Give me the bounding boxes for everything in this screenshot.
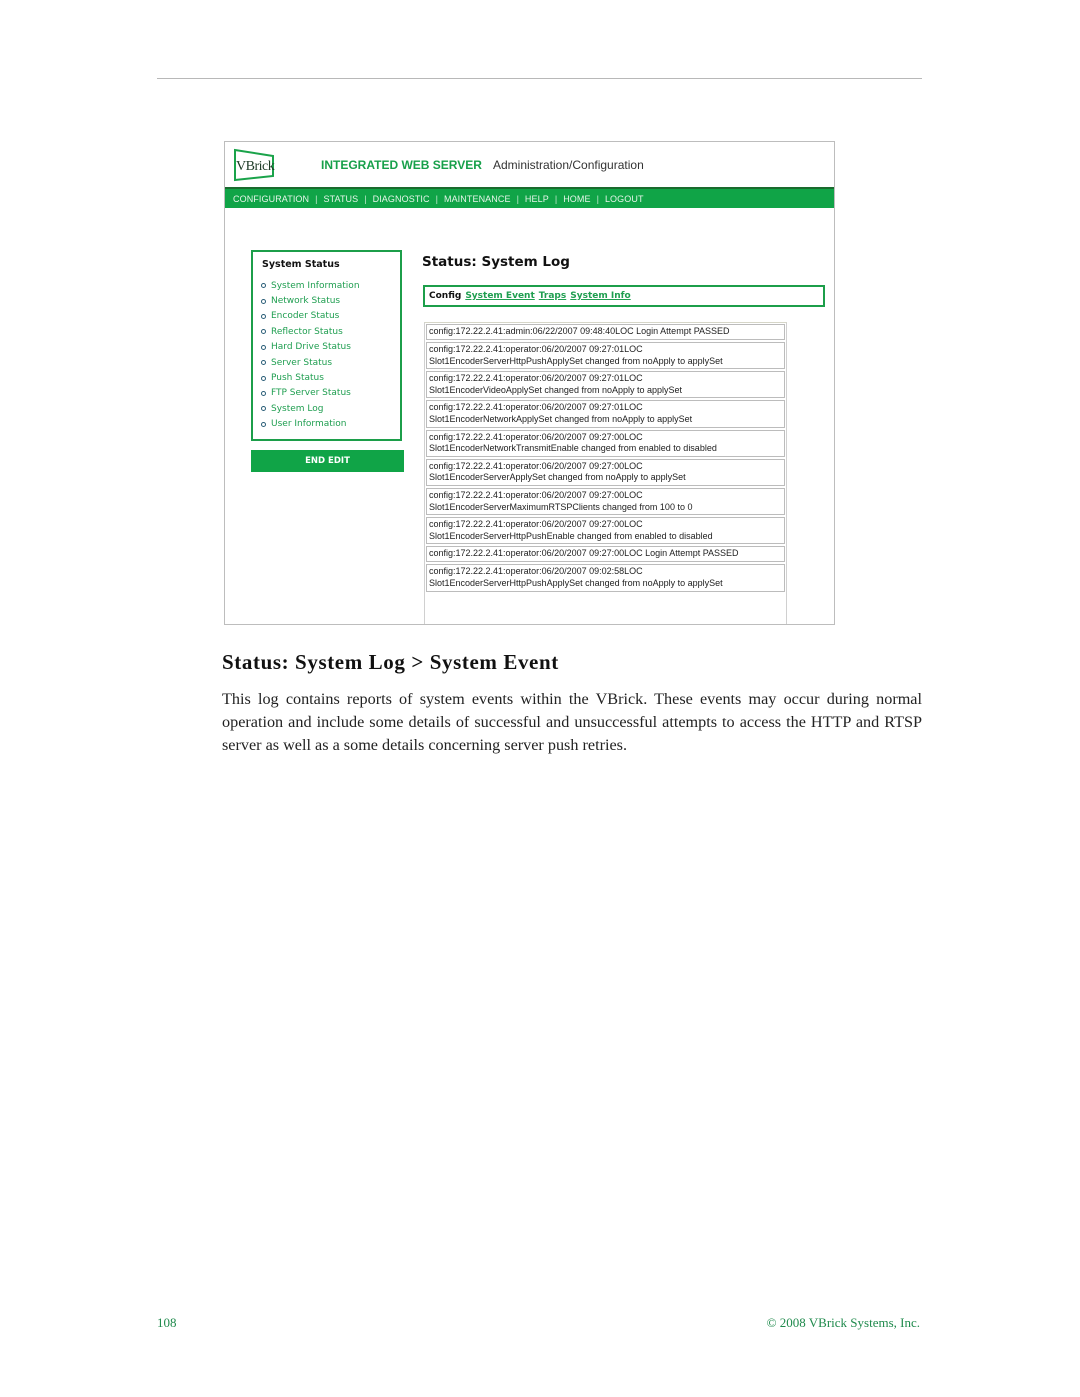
top-nav: CONFIGURATION | STATUS | DIAGNOSTIC | MA… [225, 189, 834, 208]
page-title: Status: System Log [422, 254, 570, 270]
log-entry: config:172.22.2.41:operator:06/20/2007 0… [426, 546, 785, 563]
log-entry-line: Slot1EncoderServerHttpPushEnable changed… [429, 530, 713, 541]
sidebar-item-label: Reflector Status [271, 326, 343, 337]
copyright: © 2008 VBrick Systems, Inc. [766, 1315, 920, 1330]
subnav-system-info-link[interactable]: System Info [570, 291, 630, 301]
log-entry-line: config:172.22.2.41:operator:06/20/2007 0… [429, 402, 643, 413]
log-entry-line: Slot1EncoderNetworkTransmitEnable change… [429, 443, 717, 454]
bullet-icon [261, 344, 266, 350]
section-heading: Status: System Log > System Event [222, 650, 559, 674]
bullet-icon [261, 329, 266, 335]
log-entry-line: Slot1EncoderServerHttpPushApplySet chang… [429, 355, 723, 366]
sidebar-item-push-status[interactable]: Push Status [261, 370, 360, 385]
log-entry: config:172.22.2.41:operator:06/20/2007 0… [426, 564, 785, 592]
nav-configuration[interactable]: CONFIGURATION [233, 194, 309, 204]
sidebar-item-hard-drive-status[interactable]: Hard Drive Status [261, 340, 360, 355]
sidebar-item-reflector-status[interactable]: Reflector Status [261, 324, 360, 339]
end-edit-button[interactable]: END EDIT [251, 450, 404, 472]
bullet-icon [261, 406, 266, 412]
nav-home[interactable]: HOME [563, 194, 590, 204]
web-server-screenshot: VBrick INTEGRATED WEB SERVER Administrat… [224, 141, 835, 625]
log-entry-line: config:172.22.2.41:operator:06/20/2007 0… [429, 566, 643, 577]
log-entry-line: config:172.22.2.41:operator:06/20/2007 0… [429, 519, 643, 530]
sidebar-item-label: System Log [271, 403, 324, 414]
log-entry-line: Slot1EncoderServerMaximumRTSPClients cha… [429, 501, 693, 512]
log-entry: config:172.22.2.41:operator:06/20/2007 0… [426, 487, 785, 516]
log-entry: config:172.22.2.41:operator:06/20/2007 0… [426, 429, 785, 457]
sidebar-item-label: Push Status [271, 373, 324, 384]
nav-separator: | [596, 193, 599, 204]
sidebar-item-encoder-status[interactable]: Encoder Status [261, 309, 360, 324]
log-entry: config:172.22.2.41:admin:06/22/2007 09:4… [426, 324, 785, 340]
system-status-sidebar: System Status System Information Network… [251, 250, 402, 441]
log-entry: config:172.22.2.41:operator:06/20/2007 0… [426, 458, 785, 486]
subnav-traps-link[interactable]: Traps [539, 291, 566, 301]
subnav-config: Config [429, 291, 462, 301]
sidebar-item-label: FTP Server Status [271, 388, 351, 399]
bullet-icon [261, 375, 266, 381]
app-title: INTEGRATED WEB SERVER [321, 158, 482, 172]
nav-separator: | [315, 193, 318, 204]
app-header: VBrick INTEGRATED WEB SERVER Administrat… [225, 142, 834, 189]
nav-separator: | [554, 193, 558, 204]
section-body: This log contains reports of system even… [222, 690, 922, 754]
page-number: 108 [157, 1315, 177, 1330]
log-entry-line: Slot1EncoderNetworkApplySet changed from… [429, 413, 693, 424]
nav-help[interactable]: HELP [525, 194, 549, 204]
header-rule [157, 78, 922, 79]
bullet-icon [261, 421, 266, 427]
sidebar-item-label: Network Status [271, 296, 341, 307]
sidebar-item-server-status[interactable]: Server Status [261, 355, 360, 370]
log-entry: config:172.22.2.41:operator:06/20/2007 0… [426, 371, 785, 399]
bullet-icon [261, 360, 266, 366]
log-type-nav: Config System Event Traps System Info [423, 285, 825, 307]
nav-diagnostic[interactable]: DIAGNOSTIC [373, 194, 430, 204]
nav-separator: | [435, 193, 438, 204]
sidebar-item-ftp-server-status[interactable]: FTP Server Status [261, 386, 360, 401]
sidebar-item-label: User Information [271, 419, 347, 430]
sidebar-list: System Information Network Status Encode… [261, 278, 360, 432]
log-entry: config:172.22.2.41:operator:06/20/2007 0… [426, 342, 785, 370]
sidebar-item-user-information[interactable]: User Information [261, 417, 360, 432]
bullet-icon [261, 283, 266, 289]
sidebar-title: System Status [262, 259, 340, 270]
bullet-icon [261, 298, 266, 304]
nav-logout[interactable]: LOGOUT [605, 194, 644, 204]
sidebar-item-label: System Information [271, 280, 360, 291]
subnav-system-event-link[interactable]: System Event [465, 291, 534, 301]
system-log-list[interactable]: config:172.22.2.41:admin:06/22/2007 09:4… [424, 322, 787, 624]
log-entry-line: Slot1EncoderServerHttpPushApplySet chang… [429, 577, 723, 588]
nav-separator: | [516, 193, 519, 204]
sidebar-item-system-log[interactable]: System Log [261, 401, 360, 416]
logo-text: VBrick [236, 159, 275, 174]
log-entry-line: config:172.22.2.41:operator:06/20/2007 0… [429, 460, 643, 471]
log-entry-line: config:172.22.2.41:operator:06/20/2007 0… [429, 373, 643, 384]
bullet-icon [261, 390, 266, 396]
sidebar-item-system-information[interactable]: System Information [261, 278, 360, 293]
sidebar-item-network-status[interactable]: Network Status [261, 293, 360, 308]
log-entry-line: Slot1EncoderVideoApplySet changed from n… [429, 384, 683, 395]
log-entry-line: config:172.22.2.41:operator:06/20/2007 0… [429, 344, 643, 354]
sidebar-item-label: Hard Drive Status [271, 342, 351, 353]
log-entry: config:172.22.2.41:operator:06/20/2007 0… [426, 517, 785, 545]
log-entry: config:172.22.2.41:operator:06/20/2007 0… [426, 400, 785, 428]
app-subtitle: Administration/Configuration [493, 158, 644, 172]
nav-maintenance[interactable]: MAINTENANCE [444, 194, 511, 204]
vbrick-logo: VBrick [233, 148, 279, 182]
log-entry-line: config:172.22.2.41:operator:06/20/2007 0… [429, 489, 643, 500]
sidebar-item-label: Encoder Status [271, 311, 340, 322]
nav-separator: | [364, 193, 367, 204]
nav-status[interactable]: STATUS [323, 194, 358, 204]
bullet-icon [261, 313, 266, 319]
sidebar-item-label: Server Status [271, 357, 333, 368]
log-entry-line: config:172.22.2.41:admin:06/22/2007 09:4… [429, 326, 730, 336]
log-entry-line: config:172.22.2.41:operator:06/20/2007 0… [429, 431, 643, 442]
log-entry-line: config:172.22.2.41:operator:06/20/2007 0… [429, 548, 739, 559]
log-entry-line: Slot1EncoderServerApplySet changed from … [429, 472, 686, 483]
